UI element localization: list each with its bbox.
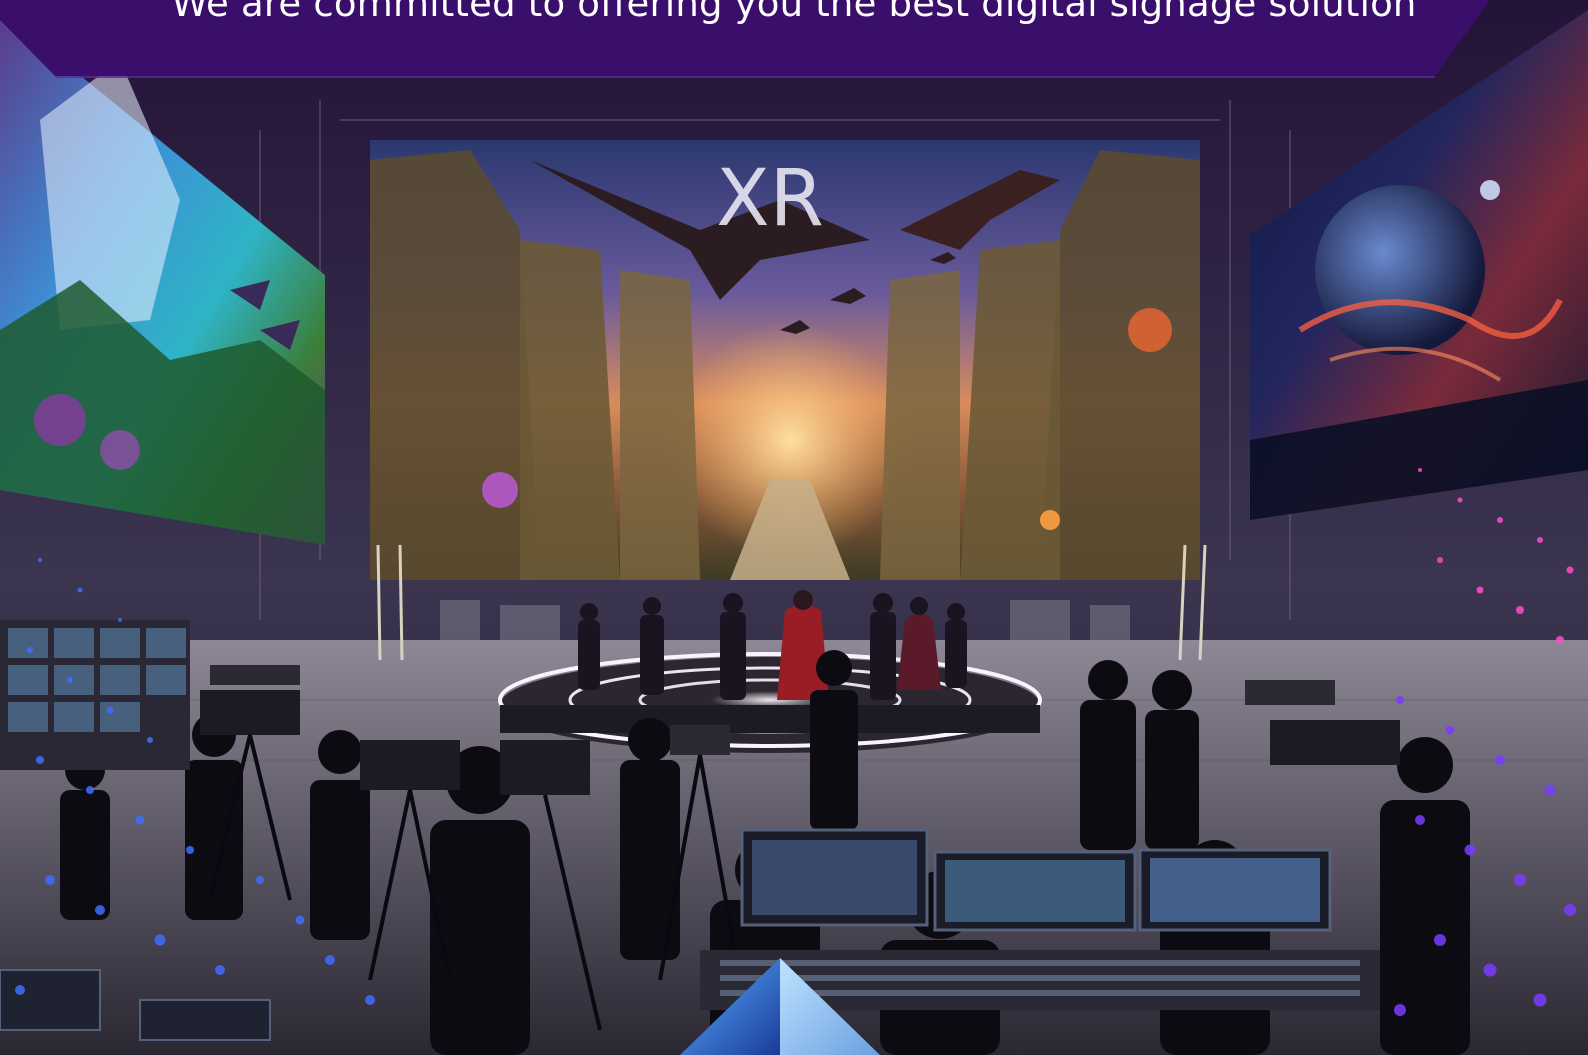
xr-studio-banner: XR We are committed to offering you the …: [0, 0, 1588, 1055]
xr-studio-illustration: XR: [0, 0, 1588, 1055]
xr-screen-label: XR: [716, 154, 824, 244]
monitor-rack: [0, 620, 190, 770]
center-led-screen: XR: [370, 140, 1200, 580]
banner-background: [0, 0, 1588, 76]
